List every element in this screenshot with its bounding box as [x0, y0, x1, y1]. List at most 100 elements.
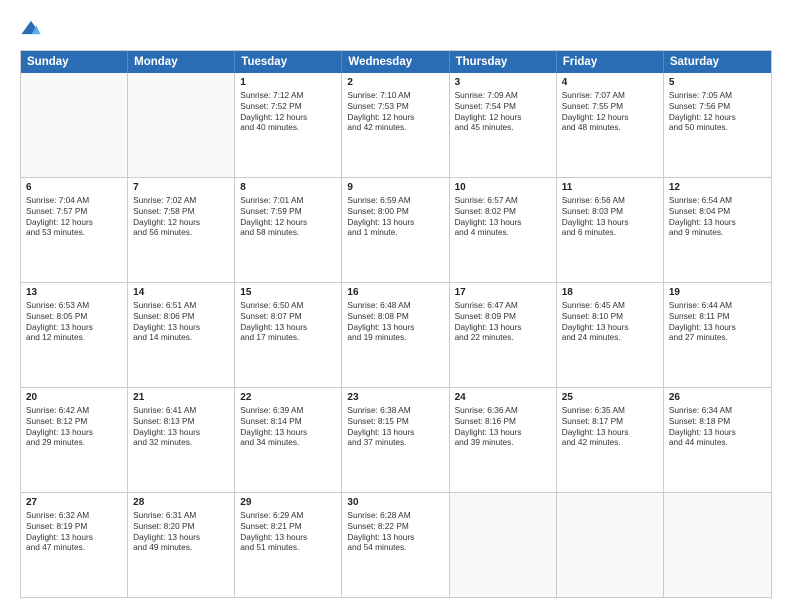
cell-line: and 32 minutes.	[133, 437, 229, 448]
cell-line: and 56 minutes.	[133, 227, 229, 238]
cell-line: Daylight: 12 hours	[455, 112, 551, 123]
cell-line: Sunset: 8:00 PM	[347, 206, 443, 217]
cell-line: Daylight: 13 hours	[455, 427, 551, 438]
calendar-row-4: 20Sunrise: 6:42 AMSunset: 8:12 PMDayligh…	[21, 388, 771, 493]
cell-line: Sunset: 8:02 PM	[455, 206, 551, 217]
day-cell-21: 21Sunrise: 6:41 AMSunset: 8:13 PMDayligh…	[128, 388, 235, 492]
cell-line: Sunrise: 6:53 AM	[26, 300, 122, 311]
cell-line: Sunrise: 6:48 AM	[347, 300, 443, 311]
cell-line: Sunset: 8:21 PM	[240, 521, 336, 532]
cell-line: and 42 minutes.	[347, 122, 443, 133]
cell-line: Sunset: 7:53 PM	[347, 101, 443, 112]
cell-line: Daylight: 13 hours	[347, 322, 443, 333]
day-number: 13	[26, 287, 122, 298]
day-cell-11: 11Sunrise: 6:56 AMSunset: 8:03 PMDayligh…	[557, 178, 664, 282]
cell-line: Daylight: 12 hours	[26, 217, 122, 228]
day-number: 19	[669, 287, 766, 298]
day-number: 25	[562, 392, 658, 403]
header-cell-friday: Friday	[557, 51, 664, 73]
cell-line: and 24 minutes.	[562, 332, 658, 343]
day-cell-4: 4Sunrise: 7:07 AMSunset: 7:55 PMDaylight…	[557, 73, 664, 177]
empty-cell-0-1	[128, 73, 235, 177]
cell-line: Sunrise: 6:32 AM	[26, 510, 122, 521]
day-cell-14: 14Sunrise: 6:51 AMSunset: 8:06 PMDayligh…	[128, 283, 235, 387]
cell-line: Sunrise: 6:38 AM	[347, 405, 443, 416]
day-cell-27: 27Sunrise: 6:32 AMSunset: 8:19 PMDayligh…	[21, 493, 128, 597]
day-number: 5	[669, 77, 766, 88]
day-cell-10: 10Sunrise: 6:57 AMSunset: 8:02 PMDayligh…	[450, 178, 557, 282]
cell-line: Sunset: 8:08 PM	[347, 311, 443, 322]
empty-cell-0-0	[21, 73, 128, 177]
day-cell-13: 13Sunrise: 6:53 AMSunset: 8:05 PMDayligh…	[21, 283, 128, 387]
cell-line: and 17 minutes.	[240, 332, 336, 343]
cell-line: and 9 minutes.	[669, 227, 766, 238]
cell-line: and 51 minutes.	[240, 542, 336, 553]
cell-line: Sunrise: 6:28 AM	[347, 510, 443, 521]
cell-line: and 22 minutes.	[455, 332, 551, 343]
day-number: 27	[26, 497, 122, 508]
cell-line: Sunrise: 6:51 AM	[133, 300, 229, 311]
calendar-body: 1Sunrise: 7:12 AMSunset: 7:52 PMDaylight…	[21, 73, 771, 597]
page: SundayMondayTuesdayWednesdayThursdayFrid…	[0, 0, 792, 612]
cell-line: and 37 minutes.	[347, 437, 443, 448]
cell-line: Sunrise: 6:39 AM	[240, 405, 336, 416]
cell-line: Sunrise: 7:01 AM	[240, 195, 336, 206]
cell-line: Sunset: 7:58 PM	[133, 206, 229, 217]
cell-line: Sunrise: 6:36 AM	[455, 405, 551, 416]
day-number: 10	[455, 182, 551, 193]
cell-line: Daylight: 13 hours	[669, 217, 766, 228]
day-number: 26	[669, 392, 766, 403]
day-cell-1: 1Sunrise: 7:12 AMSunset: 7:52 PMDaylight…	[235, 73, 342, 177]
cell-line: Sunset: 8:09 PM	[455, 311, 551, 322]
cell-line: Sunset: 7:55 PM	[562, 101, 658, 112]
cell-line: Daylight: 13 hours	[455, 322, 551, 333]
cell-line: and 14 minutes.	[133, 332, 229, 343]
cell-line: Daylight: 13 hours	[240, 427, 336, 438]
calendar: SundayMondayTuesdayWednesdayThursdayFrid…	[20, 50, 772, 598]
cell-line: and 50 minutes.	[669, 122, 766, 133]
day-number: 21	[133, 392, 229, 403]
cell-line: Sunset: 7:57 PM	[26, 206, 122, 217]
day-cell-25: 25Sunrise: 6:35 AMSunset: 8:17 PMDayligh…	[557, 388, 664, 492]
cell-line: Sunset: 8:15 PM	[347, 416, 443, 427]
cell-line: and 45 minutes.	[455, 122, 551, 133]
cell-line: and 29 minutes.	[26, 437, 122, 448]
day-cell-22: 22Sunrise: 6:39 AMSunset: 8:14 PMDayligh…	[235, 388, 342, 492]
cell-line: and 54 minutes.	[347, 542, 443, 553]
cell-line: Daylight: 12 hours	[669, 112, 766, 123]
cell-line: Daylight: 13 hours	[562, 427, 658, 438]
calendar-row-1: 1Sunrise: 7:12 AMSunset: 7:52 PMDaylight…	[21, 73, 771, 178]
day-cell-16: 16Sunrise: 6:48 AMSunset: 8:08 PMDayligh…	[342, 283, 449, 387]
cell-line: Sunset: 8:03 PM	[562, 206, 658, 217]
header-cell-saturday: Saturday	[664, 51, 771, 73]
calendar-row-5: 27Sunrise: 6:32 AMSunset: 8:19 PMDayligh…	[21, 493, 771, 597]
calendar-row-2: 6Sunrise: 7:04 AMSunset: 7:57 PMDaylight…	[21, 178, 771, 283]
cell-line: and 47 minutes.	[26, 542, 122, 553]
day-number: 17	[455, 287, 551, 298]
day-number: 23	[347, 392, 443, 403]
logo-icon	[20, 18, 42, 40]
cell-line: Sunset: 8:13 PM	[133, 416, 229, 427]
cell-line: Sunrise: 6:34 AM	[669, 405, 766, 416]
day-number: 6	[26, 182, 122, 193]
day-number: 14	[133, 287, 229, 298]
cell-line: Daylight: 13 hours	[26, 427, 122, 438]
cell-line: Sunrise: 6:59 AM	[347, 195, 443, 206]
cell-line: Daylight: 13 hours	[669, 322, 766, 333]
day-number: 1	[240, 77, 336, 88]
logo	[20, 18, 46, 40]
calendar-header: SundayMondayTuesdayWednesdayThursdayFrid…	[21, 51, 771, 73]
cell-line: Daylight: 12 hours	[240, 217, 336, 228]
header-cell-monday: Monday	[128, 51, 235, 73]
cell-line: Sunrise: 6:56 AM	[562, 195, 658, 206]
cell-line: and 4 minutes.	[455, 227, 551, 238]
day-number: 4	[562, 77, 658, 88]
cell-line: Sunset: 8:10 PM	[562, 311, 658, 322]
day-number: 20	[26, 392, 122, 403]
day-number: 24	[455, 392, 551, 403]
day-number: 11	[562, 182, 658, 193]
day-number: 9	[347, 182, 443, 193]
day-cell-30: 30Sunrise: 6:28 AMSunset: 8:22 PMDayligh…	[342, 493, 449, 597]
cell-line: Daylight: 13 hours	[240, 532, 336, 543]
cell-line: Daylight: 13 hours	[562, 322, 658, 333]
